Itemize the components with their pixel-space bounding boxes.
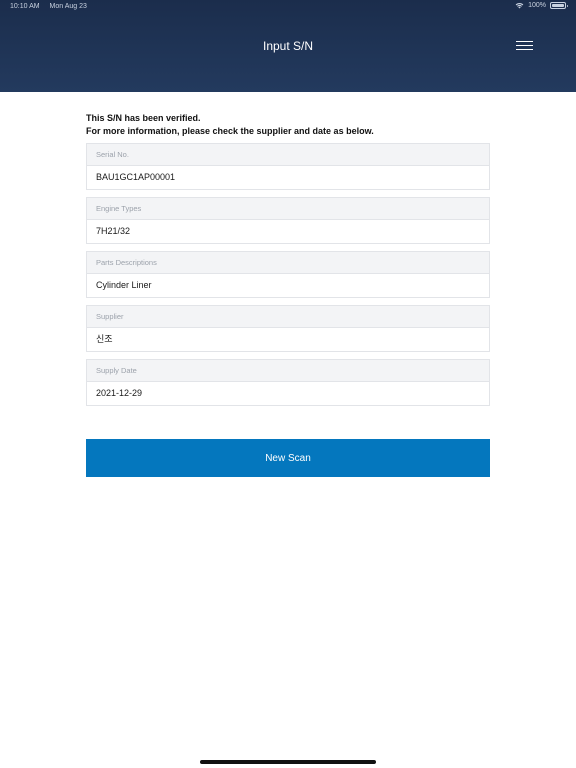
field-label: Serial No. [87, 144, 489, 166]
info-message: For more information, please check the s… [86, 126, 374, 136]
field-label: Parts Descriptions [87, 252, 489, 274]
status-time: 10:10 AM [10, 3, 40, 10]
field-value: 2021-12-29 [87, 382, 489, 405]
field-label: Engine Types [87, 198, 489, 220]
parts-descriptions-field: Parts Descriptions Cylinder Liner [86, 251, 490, 298]
field-value: 7H21/32 [87, 220, 489, 243]
menu-button[interactable] [513, 38, 537, 54]
supply-date-field: Supply Date 2021-12-29 [86, 359, 490, 406]
status-right: 100% [515, 2, 568, 9]
field-label: Supplier [87, 306, 489, 328]
info-fields: Serial No. BAU1GC1AP00001 Engine Types 7… [86, 143, 490, 406]
hamburger-menu-icon [516, 41, 533, 51]
supplier-field: Supplier 신조 [86, 305, 490, 352]
status-left: 10:10 AM Mon Aug 23 [10, 3, 95, 10]
serial-number-field: Serial No. BAU1GC1AP00001 [86, 143, 490, 190]
status-bar: 10:10 AM Mon Aug 23 100% [0, 0, 576, 14]
battery-icon [550, 2, 568, 9]
page-title: Input S/N [262, 39, 314, 53]
verification-content: This S/N has been verified. For more inf… [86, 112, 490, 413]
home-indicator [200, 760, 376, 764]
status-date: Mon Aug 23 [49, 3, 87, 10]
field-label: Supply Date [87, 360, 489, 382]
field-value: BAU1GC1AP00001 [87, 166, 489, 189]
engine-types-field: Engine Types 7H21/32 [86, 197, 490, 244]
field-value: Cylinder Liner [87, 274, 489, 297]
battery-percent: 100% [528, 2, 546, 9]
field-value: 신조 [87, 328, 489, 351]
new-scan-button[interactable]: New Scan [86, 439, 490, 477]
wifi-icon [515, 3, 524, 9]
verified-message: This S/N has been verified. [86, 113, 201, 123]
app-header: 10:10 AM Mon Aug 23 100% Input S/N [0, 0, 576, 92]
